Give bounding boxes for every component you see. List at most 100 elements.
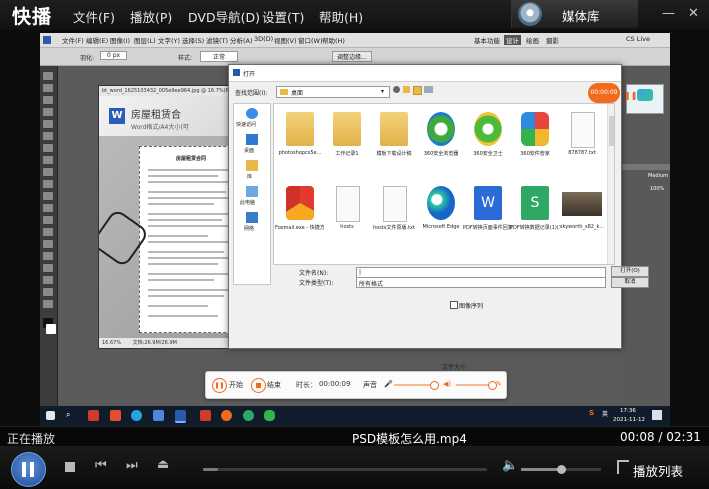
menu-dvd[interactable]: DVD导航(D): [188, 7, 260, 26]
media-library-label: 媒体库: [562, 9, 600, 24]
next-button[interactable]: ⏭: [126, 458, 138, 473]
file-list-scrollbar[interactable]: [607, 104, 614, 264]
file-type-select[interactable]: 所有格式: [356, 277, 606, 288]
previous-button[interactable]: ⏮: [95, 458, 107, 473]
ps-feather-value: 0 px: [100, 51, 128, 60]
move-tool-icon: [43, 72, 53, 80]
ime-indicator[interactable]: 英: [602, 409, 608, 418]
file-list[interactable]: photoshopcs5e... 工作记录1 模板下载设计稿 360安全浏览器 …: [273, 103, 615, 265]
volume-icon[interactable]: 🔈: [502, 458, 518, 473]
playlist-button[interactable]: 播放列表: [633, 461, 683, 480]
ps-menu-item: 帮助(H): [322, 37, 345, 45]
wechat-taskbar-icon[interactable]: [264, 410, 275, 421]
file-name: hosts: [340, 224, 354, 230]
eject-button[interactable]: ⏏: [157, 457, 169, 472]
ps-menu-item: 文件(F): [62, 37, 84, 45]
ps-workspace: 基本功能: [474, 37, 500, 45]
sidebar-library[interactable]: 库: [247, 173, 252, 180]
doc-canvas: W 房屋租赁合 Word格式/A4大小(可 房屋租赁合同: [99, 96, 239, 338]
taskbar-date: 2021-11-12: [613, 417, 645, 423]
stop-label[interactable]: 结束: [267, 380, 281, 390]
video-frame[interactable]: 文件(F) 编辑(E) 图像(I) 图层(L) 文字(Y) 选择(S) 滤镜(T…: [40, 33, 670, 426]
quick-access-icon[interactable]: [246, 108, 258, 119]
shape-tool-icon: [43, 276, 53, 284]
pause-icon[interactable]: ❚❚: [624, 91, 637, 100]
playlist-icon[interactable]: [617, 460, 629, 474]
menu-help[interactable]: 帮助(H): [319, 7, 363, 26]
notification-icon[interactable]: [652, 410, 662, 420]
stop-button[interactable]: [65, 462, 75, 472]
file-icon: [336, 186, 360, 222]
mic-volume-slider[interactable]: [394, 381, 439, 390]
pen-icon[interactable]: ✎: [496, 380, 502, 388]
pause-button[interactable]: [11, 452, 46, 487]
menu-play[interactable]: 播放(P): [130, 7, 172, 26]
volume-knob[interactable]: [557, 465, 566, 474]
back-icon[interactable]: [393, 86, 400, 93]
now-playing-title: PSD模板怎么用.mp4: [352, 432, 467, 446]
text-file-icon: [571, 112, 595, 148]
up-folder-icon[interactable]: [403, 86, 410, 93]
look-in-dropdown[interactable]: 桌面 ▾: [276, 86, 390, 98]
windows-taskbar: ⌕ S 英 17:36 2021-11-12: [40, 406, 670, 426]
sogou-icon[interactable]: S: [589, 409, 594, 417]
playback-time: 00:08 / 02:31: [620, 430, 701, 444]
360-taskbar-icon[interactable]: [243, 410, 254, 421]
speaker-icon[interactable]: ◀): [443, 380, 451, 388]
360-software-manager-icon: [521, 112, 549, 146]
zoom-tool-icon: [43, 300, 53, 308]
cancel-button[interactable]: 取消: [611, 277, 649, 288]
doc-title: bt_word_1625103432_005e9ee964.jpg @ 16.7…: [99, 86, 239, 96]
speaker-volume-slider[interactable]: [456, 381, 497, 390]
chevron-down-icon: ▾: [381, 88, 385, 95]
minimize-button[interactable]: —: [662, 6, 675, 21]
search-icon[interactable]: ⌕: [66, 410, 70, 421]
stop-record-icon[interactable]: [251, 378, 266, 393]
pause-icon-bar: [30, 462, 34, 477]
windows-start-icon[interactable]: [46, 411, 55, 420]
seek-bar[interactable]: [203, 468, 487, 471]
foxmail-taskbar-icon[interactable]: [88, 410, 99, 421]
start-label[interactable]: 开始: [229, 380, 243, 390]
close-button[interactable]: ✕: [688, 6, 699, 21]
sidebar-quick-access[interactable]: 快速访问: [236, 121, 256, 128]
sidebar-this-pc[interactable]: 此电脑: [240, 199, 255, 206]
start-record-icon[interactable]: ❚❚: [212, 378, 227, 393]
file-name: 878787.txt: [568, 150, 596, 156]
library-icon[interactable]: [246, 160, 258, 171]
ps-toolbox: [40, 66, 58, 406]
this-pc-icon[interactable]: [246, 186, 258, 197]
recorder-taskbar-icon[interactable]: [221, 410, 232, 421]
sidebar-desktop[interactable]: 桌面: [244, 147, 254, 154]
disc-icon: [518, 2, 542, 26]
app-taskbar-icon[interactable]: [153, 410, 164, 421]
open-button[interactable]: 打开(O): [611, 266, 649, 277]
filezilla-taskbar-icon[interactable]: [110, 410, 121, 421]
volume-slider[interactable]: [521, 465, 601, 474]
view-menu-icon[interactable]: [424, 86, 433, 93]
wps-word-icon: W: [474, 186, 502, 220]
wps-taskbar-icon[interactable]: [200, 410, 211, 421]
menu-file[interactable]: 文件(F): [73, 7, 115, 26]
path-tool-icon: [43, 264, 53, 272]
folder-icon: [280, 89, 288, 95]
browser-taskbar-icon[interactable]: [131, 410, 142, 421]
sidebar-network[interactable]: 网络: [244, 225, 254, 232]
duration-value: 00:00:09: [319, 380, 351, 388]
new-folder-icon[interactable]: [413, 86, 422, 95]
title-bar: 快播 文件(F) 播放(P) DVD导航(D) 设置(T) 帮助(H) 媒体库 …: [0, 0, 709, 30]
file-name: hosts文件原版.txt: [373, 225, 415, 231]
desktop-icon[interactable]: [246, 134, 258, 145]
network-icon[interactable]: [246, 212, 258, 223]
recording-badge[interactable]: 00:00:09: [588, 83, 620, 103]
360-browser-icon: [427, 112, 455, 146]
microphone-icon[interactable]: 🎤: [384, 380, 393, 388]
menu-settings[interactable]: 设置(T): [262, 7, 304, 26]
media-library-button[interactable]: 媒体库: [511, 0, 638, 28]
ps-feather-label: 羽化:: [80, 55, 95, 62]
ps-small-icon: [233, 69, 240, 76]
volume-fill: [521, 468, 561, 471]
scrollbar-thumb[interactable]: [609, 116, 614, 146]
photoshop-taskbar-icon[interactable]: [175, 410, 186, 423]
image-sequence-checkbox[interactable]: [450, 301, 458, 309]
